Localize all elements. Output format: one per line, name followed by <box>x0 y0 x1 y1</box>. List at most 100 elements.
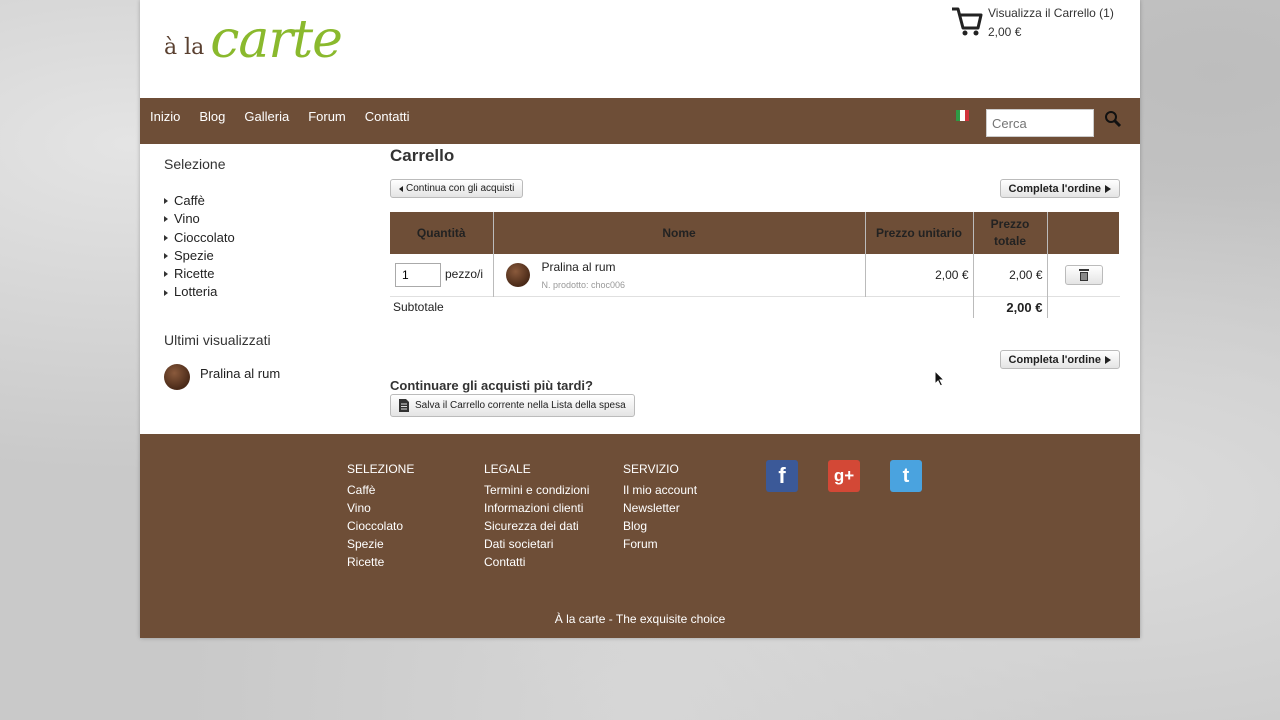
sidebar-item-label: Caffè <box>174 193 205 208</box>
bullet-arrow-icon <box>164 253 168 260</box>
bullet-arrow-icon <box>164 289 168 296</box>
footer-col-title: LEGALE <box>484 462 531 476</box>
recent-item[interactable]: Pralina al rum <box>164 363 364 390</box>
facebook-icon[interactable]: f <box>766 460 798 492</box>
nav-item-galleria[interactable]: Galleria <box>244 109 289 124</box>
sidebar-item-label: Ricette <box>174 266 215 282</box>
bullet-arrow-icon <box>164 234 168 241</box>
footer-link[interactable]: Termini e condizioni <box>484 481 589 499</box>
sidebar-title: Selezione <box>164 156 226 172</box>
table-header-row: Quantità Nome Prezzo unitario Prezzo tot… <box>390 212 1120 254</box>
bullet-arrow-icon <box>164 216 168 223</box>
column-header-quantity: Quantità <box>390 212 494 254</box>
logo-big-text: carte <box>210 10 343 70</box>
complete-order-button-bottom[interactable]: Completa l'ordine <box>999 350 1120 369</box>
recent-item-name[interactable]: Pralina al rum <box>200 366 280 381</box>
remove-item-button[interactable] <box>1064 264 1103 285</box>
product-name[interactable]: Pralina al rum <box>542 260 626 274</box>
subtotal-label: Subtotale <box>390 295 865 318</box>
footer-link[interactable]: Caffè <box>347 481 414 499</box>
sidebar-item-lotteria[interactable]: Lotteria <box>164 283 364 301</box>
footer-col-servizio: SERVIZIO Il mio account Newsletter Blog … <box>623 462 697 553</box>
italian-flag-icon[interactable] <box>956 110 969 121</box>
total-price: 2,00 € <box>973 254 1048 296</box>
complete-order-button-top[interactable]: Completa l'ordine <box>999 179 1120 198</box>
footer-link[interactable]: Sicurezza dei dati <box>484 517 589 535</box>
sidebar-item-label: Vino <box>174 211 200 227</box>
continue-shopping-button[interactable]: Continua con gli acquisti <box>390 179 524 198</box>
footer-link[interactable]: Forum <box>623 535 697 553</box>
sidebar-item-label: Spezie <box>174 247 214 263</box>
praline-thumbnail[interactable] <box>164 363 190 390</box>
continue-shopping-label: Continua con gli acquisti <box>406 183 515 194</box>
arrow-right-icon <box>1105 184 1111 193</box>
footer-link[interactable]: Contatti <box>484 553 589 571</box>
nav-item-forum[interactable]: Forum <box>308 109 346 124</box>
footer: SELEZIONE Caffè Vino Cioccolato Spezie R… <box>140 434 1140 638</box>
footer-link[interactable]: Blog <box>623 517 697 535</box>
view-cart-link[interactable]: Visualizza il Carrello (1) <box>988 4 1114 23</box>
sidebar-item-ricette[interactable]: Ricette <box>164 265 364 283</box>
logo-small-text: à la <box>164 35 205 60</box>
column-header-total-price: Prezzo totale <box>973 212 1048 254</box>
footer-col-title: SERVIZIO <box>623 462 679 476</box>
bullet-arrow-icon <box>164 271 168 278</box>
footer-link[interactable]: Dati societari <box>484 535 589 553</box>
sidebar-item-vino[interactable]: Vino <box>164 210 364 228</box>
footer-link[interactable]: Ricette <box>347 553 414 571</box>
sidebar-item-cioccolato[interactable]: Cioccolato <box>164 229 364 247</box>
header: à la carte Visualizza il Carrello (1) 2,… <box>140 0 1140 98</box>
sidebar-item-spezie[interactable]: Spezie <box>164 247 364 265</box>
shopping-cart-icon[interactable] <box>950 4 984 38</box>
unit-price: 2,00 € <box>865 254 974 296</box>
complete-order-label: Completa l'ordine <box>1008 182 1101 195</box>
page-title: Carrello <box>390 146 455 165</box>
sidebar-item-label: Cioccolato <box>174 229 235 245</box>
page: à la carte Visualizza il Carrello (1) 2,… <box>140 0 1140 638</box>
sidebar: Selezione Caffè Vino Cioccolato Spezie R… <box>164 156 364 390</box>
arrow-right-icon <box>1105 355 1111 364</box>
sidebar-item-label: Lotteria <box>174 284 218 300</box>
site-logo[interactable]: à la carte <box>164 10 343 70</box>
table-row: pezzo/i Pralina al rum N. prodotto: choc… <box>390 254 1120 296</box>
google-plus-icon[interactable]: g+ <box>828 460 860 492</box>
search-input[interactable] <box>986 109 1094 137</box>
column-header-unit-price: Prezzo unitario <box>865 212 974 254</box>
search-icon[interactable] <box>1104 110 1122 128</box>
nav-item-blog[interactable]: Blog <box>199 109 225 124</box>
save-to-shopping-list-label: Salva il Carrello corrente nella Lista d… <box>415 400 626 411</box>
nav-item-contatti[interactable]: Contatti <box>365 109 410 124</box>
document-icon <box>399 399 409 412</box>
twitter-icon[interactable]: t <box>890 460 922 492</box>
product-thumbnail[interactable] <box>505 262 530 287</box>
sidebar-item-caffe[interactable]: Caffè <box>164 192 364 210</box>
footer-tagline: À la carte - The exquisite choice <box>554 612 726 626</box>
column-header-name: Nome <box>493 212 866 254</box>
quantity-unit: pezzo/i <box>445 266 484 281</box>
quantity-input[interactable] <box>395 262 441 287</box>
save-to-shopping-list-button[interactable]: Salva il Carrello corrente nella Lista d… <box>390 394 635 417</box>
cart-total: 2,00 € <box>988 25 1022 39</box>
footer-link[interactable]: Vino <box>347 499 414 517</box>
column-header-actions <box>1047 212 1120 254</box>
footer-link[interactable]: Spezie <box>347 535 414 553</box>
footer-col-legale: LEGALE Termini e condizioni Informazioni… <box>484 462 589 571</box>
main-nav: Inizio Blog Galleria Forum Contatti <box>140 98 1140 144</box>
footer-link[interactable]: Cioccolato <box>347 517 414 535</box>
header-cart[interactable]: Visualizza il Carrello (1) 2,00 € <box>950 4 1114 42</box>
arrow-left-icon <box>399 185 403 192</box>
subtotal-value: 2,00 € <box>973 295 1048 318</box>
footer-link[interactable]: Informazioni clienti <box>484 499 589 517</box>
footer-link[interactable]: Il mio account <box>623 481 697 499</box>
nav-item-inizio[interactable]: Inizio <box>150 109 180 124</box>
subtotal-row: Subtotale 2,00 € <box>390 295 1120 318</box>
save-later-title: Continuare gli acquisti più tardi? <box>390 378 593 393</box>
cart-table: Quantità Nome Prezzo unitario Prezzo tot… <box>390 212 1120 318</box>
cart-main: Carrello Continua con gli acquisti Compl… <box>390 146 1120 417</box>
footer-link[interactable]: Newsletter <box>623 499 697 517</box>
footer-col-selezione: SELEZIONE Caffè Vino Cioccolato Spezie R… <box>347 462 414 571</box>
complete-order-label: Completa l'ordine <box>1008 353 1101 366</box>
product-sku: N. prodotto: choc006 <box>541 279 626 290</box>
footer-col-title: SELEZIONE <box>347 462 415 476</box>
mouse-cursor-icon <box>934 370 946 387</box>
